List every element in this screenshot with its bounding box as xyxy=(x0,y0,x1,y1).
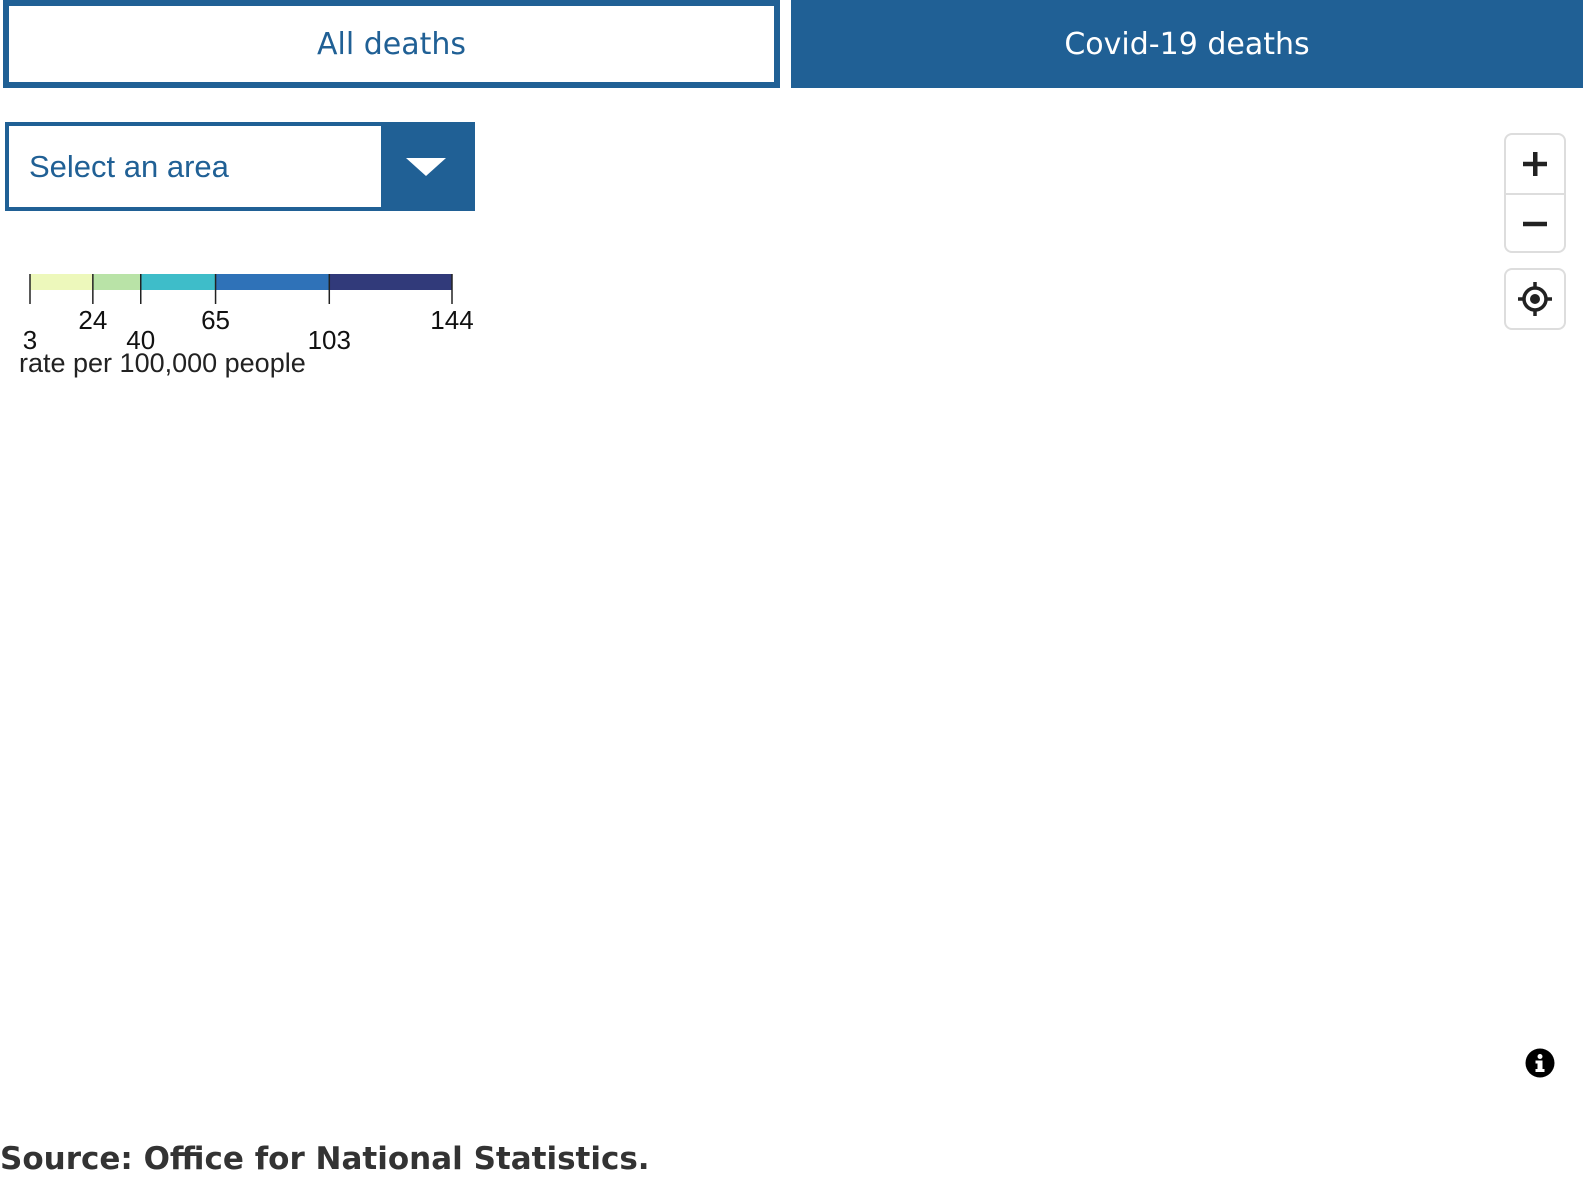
zoom-controls xyxy=(1504,133,1566,253)
area-select-placeholder: Select an area xyxy=(29,149,229,184)
chevron-down-icon xyxy=(406,158,446,176)
minus-icon xyxy=(1523,221,1547,227)
legend-tick-label: 24 xyxy=(78,305,107,335)
tab-all-deaths-label: All deaths xyxy=(316,26,467,62)
area-select-toggle[interactable] xyxy=(381,126,471,207)
legend-swatch xyxy=(92,274,141,290)
zoom-out-button[interactable] xyxy=(1506,193,1564,251)
area-select[interactable]: Select an area xyxy=(5,122,475,211)
legend-tick-label: 103 xyxy=(308,325,351,355)
crosshair-icon xyxy=(1518,282,1552,316)
tab-covid-deaths[interactable]: Covid-19 deaths xyxy=(791,0,1583,88)
source-note: Source: Office for National Statistics. xyxy=(0,1141,650,1177)
legend-tick-label: 65 xyxy=(201,305,230,335)
legend-tick-label: 144 xyxy=(430,305,473,335)
tab-all-deaths[interactable]: All deaths xyxy=(3,0,780,88)
tab-covid-deaths-label: Covid-19 deaths xyxy=(1064,26,1310,62)
legend-swatch xyxy=(215,274,330,290)
info-icon[interactable] xyxy=(1525,1048,1555,1078)
locate-button[interactable] xyxy=(1504,268,1566,330)
legend-swatch xyxy=(329,274,452,290)
legend-label: rate per 100,000 people xyxy=(19,348,306,378)
zoom-in-button[interactable] xyxy=(1506,135,1564,193)
plus-icon xyxy=(1523,152,1547,176)
legend-swatch xyxy=(140,274,216,290)
legend-swatch xyxy=(30,274,93,290)
